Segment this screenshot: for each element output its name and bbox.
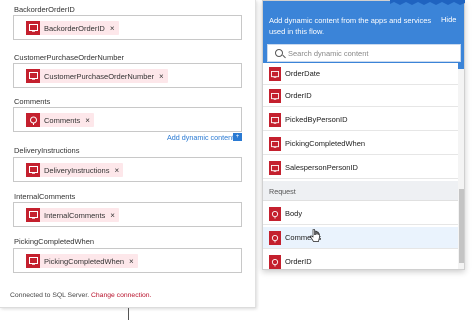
add-dynamic-content-link[interactable]: Add dynamic content — [167, 133, 234, 142]
field-input-deliveryinstructions[interactable]: DeliveryInstructions × — [13, 157, 242, 182]
token-label: BackorderOrderID — [44, 23, 105, 33]
dynamic-content-header: Add dynamic content from the apps and se… — [263, 1, 464, 69]
torn-edge-decoration — [390, 0, 465, 5]
dynamic-token[interactable]: DeliveryInstructions × — [26, 163, 124, 177]
list-item-label: SalespersonPersonID — [285, 163, 358, 172]
hide-button[interactable]: Hide — [441, 15, 456, 24]
sql-table-icon — [269, 161, 281, 175]
list-item[interactable]: OrderID — [263, 85, 458, 107]
list-item-highlighted[interactable]: Comments — [263, 227, 458, 249]
remove-token-icon[interactable]: × — [159, 72, 164, 81]
remove-token-icon[interactable]: × — [114, 166, 119, 175]
sql-table-icon — [26, 21, 40, 35]
sql-table-icon — [26, 163, 40, 177]
list-item[interactable]: Body — [263, 203, 458, 225]
remove-token-icon[interactable]: × — [110, 211, 115, 220]
field-input-customerpurchaseordernumber[interactable]: CustomerPurchaseOrderNumber × — [13, 63, 242, 88]
search-icon — [275, 49, 283, 57]
token-label: Comments — [44, 115, 81, 125]
list-item[interactable]: OrderDate — [263, 63, 458, 85]
field-label: DeliveryInstructions — [14, 146, 80, 155]
sql-table-icon — [26, 254, 40, 268]
sql-table-icon — [269, 89, 281, 103]
list-item[interactable]: PickingCompletedWhen — [263, 133, 458, 155]
search-placeholder: Search dynamic content — [288, 49, 369, 58]
token-label: CustomerPurchaseOrderNumber — [44, 71, 155, 81]
request-icon — [269, 255, 281, 269]
field-label: CustomerPurchaseOrderNumber — [14, 53, 125, 62]
request-icon — [269, 231, 281, 245]
sql-action-card: BackorderOrderID BackorderOrderID × Cust… — [0, 0, 256, 308]
change-connection-link[interactable]: Change connection. — [91, 292, 151, 299]
flow-connector-line — [128, 308, 129, 320]
sql-table-icon — [269, 67, 281, 81]
sql-table-icon — [269, 137, 281, 151]
dynamic-content-panel: Add dynamic content from the apps and se… — [262, 0, 465, 270]
token-label: InternalComments — [44, 210, 106, 220]
remove-token-icon[interactable]: × — [85, 116, 90, 125]
request-icon — [269, 207, 281, 221]
field-input-internalcomments[interactable]: InternalComments × — [13, 202, 242, 227]
token-label: PickingCompletedWhen — [44, 256, 125, 266]
field-label: BackorderOrderID — [14, 5, 75, 14]
add-dynamic-content-icon[interactable]: + — [233, 133, 242, 141]
field-input-pickingcompletedwhen[interactable]: PickingCompletedWhen × — [13, 248, 242, 273]
group-label: Request — [269, 187, 296, 196]
sql-table-icon — [26, 69, 40, 83]
scrollbar-thumb[interactable] — [459, 189, 464, 263]
list-item[interactable]: OrderID — [263, 251, 458, 269]
search-dynamic-content-input[interactable]: Search dynamic content — [267, 44, 461, 62]
dynamic-token[interactable]: InternalComments × — [26, 208, 119, 222]
hand-cursor-icon — [310, 229, 320, 242]
field-input-comments[interactable]: Comments × — [13, 107, 242, 132]
field-input-backorderorderid[interactable]: BackorderOrderID × — [13, 15, 242, 40]
field-label: InternalComments — [14, 192, 76, 201]
remove-token-icon[interactable]: × — [110, 24, 115, 33]
list-item-label: PickingCompletedWhen — [285, 139, 366, 148]
list-item-label: OrderID — [285, 91, 312, 100]
list-item-label: PickedByPersonID — [285, 115, 348, 124]
dynamic-token[interactable]: BackorderOrderID × — [26, 21, 119, 35]
list-item-label: Body — [285, 209, 303, 218]
flow-designer: BackorderOrderID BackorderOrderID × Cust… — [0, 0, 474, 320]
sql-table-icon — [269, 113, 281, 127]
group-header-request: Request — [263, 181, 458, 201]
list-item[interactable]: PickedByPersonID — [263, 109, 458, 131]
connection-status-text: Connected to SQL Server. — [10, 292, 90, 299]
token-label: DeliveryInstructions — [44, 165, 110, 175]
sql-table-icon — [26, 208, 40, 222]
dynamic-token[interactable]: Comments × — [26, 113, 94, 127]
field-label: PickingCompletedWhen — [14, 237, 95, 246]
connection-footer: Connected to SQL Server. Change connecti… — [10, 292, 151, 299]
dynamic-content-description: Add dynamic content from the apps and se… — [269, 16, 432, 36]
field-label: Comments — [14, 97, 51, 106]
list-item-label: OrderDate — [285, 69, 321, 78]
remove-token-icon[interactable]: × — [129, 257, 134, 266]
list-item-label: OrderID — [285, 257, 312, 266]
list-item[interactable]: SalespersonPersonID — [263, 157, 458, 179]
dynamic-token[interactable]: CustomerPurchaseOrderNumber × — [26, 69, 168, 83]
request-icon — [26, 113, 40, 127]
dynamic-token[interactable]: PickingCompletedWhen × — [26, 254, 138, 268]
